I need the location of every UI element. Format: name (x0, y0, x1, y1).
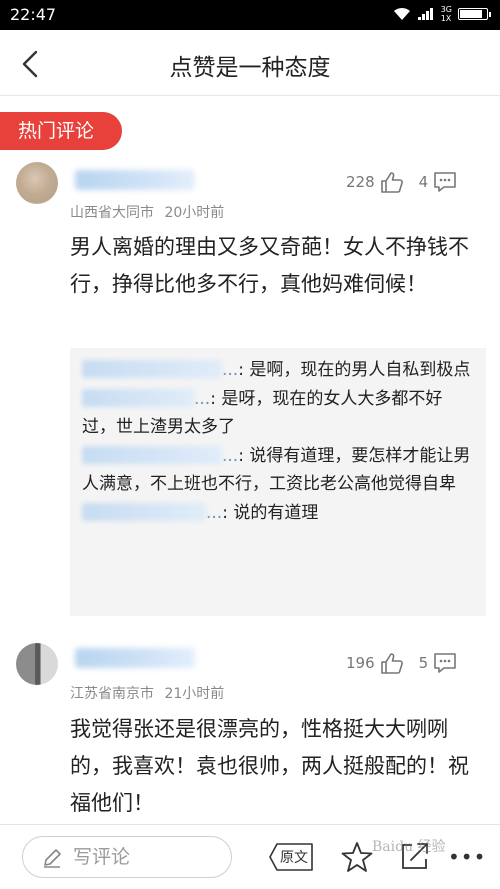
bottom-bar: 写评论 原文 ••• (0, 824, 500, 889)
write-comment-placeholder: 写评论 (73, 846, 131, 868)
network-top-label: 3G (440, 5, 452, 14)
reply-item[interactable]: ...: 是呀，现在的女人大多都不好过，世上渣男太多了 (82, 385, 474, 441)
network-type: 3G 1X (441, 5, 452, 23)
comment-text: 男人离婚的理由又多又奇葩！女人不挣钱不行，挣得比他多不行，真他妈难伺候！ (70, 235, 469, 296)
reply-username-blurred (82, 360, 222, 378)
star-icon (341, 842, 373, 872)
comment-location: 山西省大同市 (70, 205, 154, 221)
username-blurred[interactable] (75, 170, 195, 190)
reply-item[interactable]: ...: 说的有道理 (82, 499, 474, 527)
network-bottom-label: 1X (440, 14, 452, 23)
reply-name-ellipsis: ... (194, 389, 211, 409)
original-article-button[interactable]: 原文 (268, 842, 316, 872)
more-button[interactable]: ••• (448, 845, 486, 869)
wifi-icon (393, 7, 410, 20)
avatar[interactable] (16, 162, 58, 204)
reply-name-ellipsis: ... (206, 503, 223, 523)
write-comment-input[interactable]: 写评论 (22, 836, 232, 878)
reply-text: 是啊，现在的男人自私到极点 (249, 360, 471, 380)
comment-time: 21小时前 (164, 686, 225, 702)
favorite-button[interactable] (340, 840, 374, 874)
reply-username-blurred (82, 503, 206, 521)
avatar[interactable] (16, 643, 58, 685)
comment-bubble-icon[interactable] (432, 651, 458, 675)
pencil-icon (44, 849, 61, 868)
reply-name-ellipsis: ... (222, 446, 239, 466)
comment-stats: 228 4 (346, 170, 458, 194)
signal-icon (417, 8, 433, 20)
comment-bubble-icon[interactable] (432, 170, 458, 194)
thumbs-up-icon[interactable] (379, 170, 405, 194)
reply-count: 5 (418, 654, 429, 672)
reply-name-ellipsis: ... (222, 360, 239, 380)
comment-location: 江苏省南京市 (70, 686, 154, 702)
reply-item[interactable]: ...: 是啊，现在的男人自私到极点 (82, 356, 474, 384)
like-count: 228 (346, 173, 375, 191)
comment-stats: 196 5 (346, 651, 458, 675)
comment-meta: 江苏省南京市 21小时前 (70, 683, 224, 703)
reply-username-blurred (82, 389, 194, 407)
comment-time: 20小时前 (164, 205, 225, 221)
username-blurred[interactable] (75, 648, 195, 668)
status-bar: 22:47 3G 1X (0, 0, 500, 30)
original-article-label: 原文 (280, 850, 308, 866)
hot-comments-tag: 热门评论 (0, 112, 122, 150)
reply-count: 4 (418, 173, 429, 191)
comment-text: 我觉得张还是很漂亮的，性格挺大大咧咧的，我喜欢！袁也很帅，两人挺般配的！祝福他们… (70, 717, 469, 815)
reply-list[interactable]: ...: 是啊，现在的男人自私到极点 ...: 是呀，现在的女人大多都不好过，世… (70, 348, 486, 616)
page-title: 点赞是一种态度 (169, 55, 331, 81)
thumbs-up-icon[interactable] (379, 651, 405, 675)
watermark: Baidu 经验 (372, 839, 446, 855)
comment-meta: 山西省大同市 20小时前 (70, 202, 224, 222)
status-time: 22:47 (10, 5, 57, 24)
like-count: 196 (346, 654, 375, 672)
reply-text: 说的有道理 (233, 503, 319, 523)
page-header: 点赞是一种态度 (0, 30, 500, 96)
reply-item[interactable]: ...: 说得有道理，要怎样才能让男人满意，不上班也不行，工资比老公高他觉得自卑 (82, 442, 474, 498)
status-icons: 3G 1X (393, 5, 491, 23)
reply-username-blurred (82, 446, 222, 464)
battery-icon (458, 8, 491, 20)
